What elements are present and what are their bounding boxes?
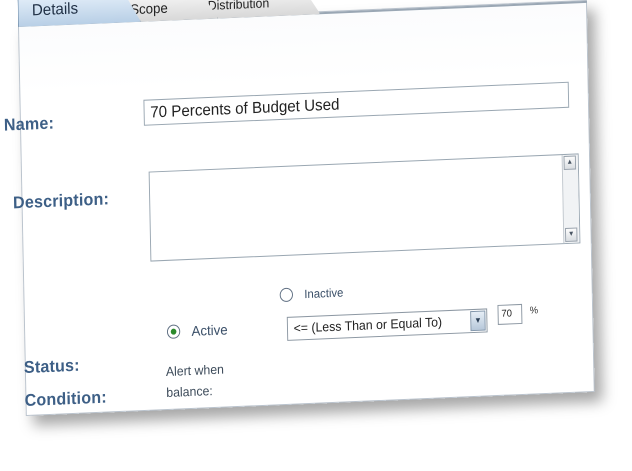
status-inactive-option[interactable]: Inactive xyxy=(279,285,344,303)
condition-select[interactable]: <= (Less Than or Equal To) ▼ xyxy=(286,308,488,341)
screenshot-stage: Details Scope Distribution Name: 70 Perc… xyxy=(0,0,632,471)
scroll-up-icon[interactable]: ▲ xyxy=(563,155,577,171)
description-textarea[interactable] xyxy=(149,155,565,265)
chevron-down-icon[interactable]: ▼ xyxy=(470,310,486,332)
alert-when-line1: Alert when xyxy=(165,361,225,380)
percent-input[interactable]: 70 xyxy=(497,303,523,325)
condition-label: Condition: xyxy=(24,387,107,411)
alert-details-panel: Details Scope Distribution Name: 70 Perc… xyxy=(4,0,595,416)
inactive-label: Inactive xyxy=(304,285,344,302)
status-label: Status: xyxy=(23,355,80,378)
inactive-radio[interactable] xyxy=(279,287,294,303)
description-label: Description: xyxy=(12,189,110,213)
percent-sign: % xyxy=(529,305,539,317)
name-label: Name: xyxy=(3,113,55,135)
description-field[interactable]: ▲ ▼ xyxy=(148,153,581,265)
tab-strip: Details Scope Distribution xyxy=(17,0,587,27)
alert-when-text: Alert when balance: xyxy=(166,359,225,403)
name-input[interactable]: 70 Percents of Budget Used xyxy=(143,81,570,126)
description-scrollbar[interactable]: ▲ ▼ xyxy=(561,154,580,244)
status-active-option[interactable]: Active xyxy=(166,321,228,340)
scroll-down-icon[interactable]: ▼ xyxy=(564,227,578,243)
tab-details[interactable]: Details xyxy=(17,0,140,27)
condition-select-value: <= (Less Than or Equal To) xyxy=(293,314,443,336)
active-radio[interactable] xyxy=(166,324,181,339)
active-label: Active xyxy=(191,321,228,339)
alert-when-line2: balance: xyxy=(166,383,213,401)
